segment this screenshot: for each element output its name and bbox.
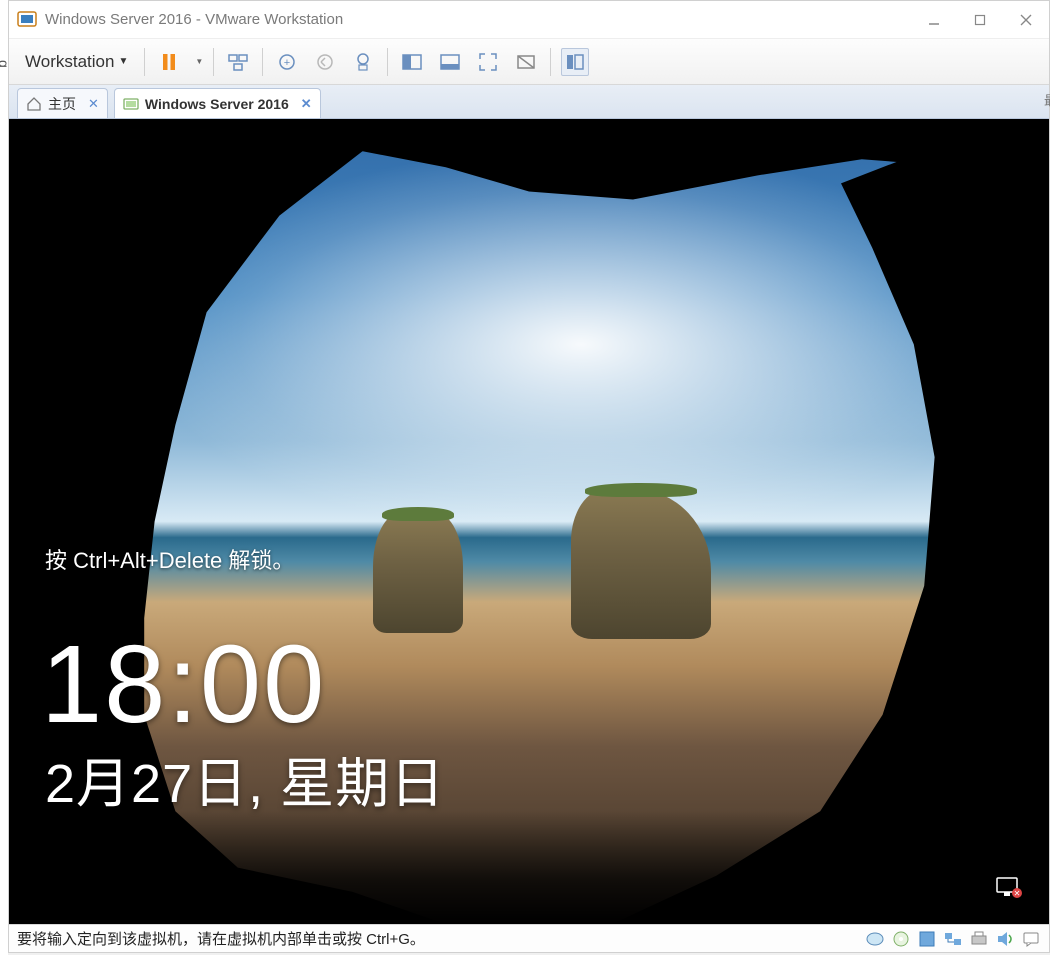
- tab-close-icon[interactable]: ✕: [301, 96, 312, 112]
- cdrom-icon[interactable]: [891, 930, 911, 948]
- tab-home-label: 主页: [48, 94, 76, 114]
- floppy-icon[interactable]: [917, 930, 937, 948]
- harddisk-icon[interactable]: [865, 930, 885, 948]
- sound-icon[interactable]: [995, 930, 1015, 948]
- toolbar-separator: [387, 48, 388, 76]
- printer-icon[interactable]: [969, 930, 989, 948]
- take-snapshot-button[interactable]: +: [273, 48, 301, 76]
- tab-vm[interactable]: Windows Server 2016 ✕: [114, 88, 321, 118]
- message-log-icon[interactable]: [1021, 930, 1041, 948]
- svg-text:+: +: [284, 57, 290, 69]
- maximize-button[interactable]: [957, 1, 1003, 39]
- main-toolbar: Workstation ▼ ▼ +: [9, 39, 1049, 85]
- tab-vm-label: Windows Server 2016: [145, 96, 289, 112]
- send-ctrl-alt-del-button[interactable]: [224, 48, 252, 76]
- toolbar-separator: [550, 48, 551, 76]
- vm-console-view[interactable]: 按 Ctrl+Alt+Delete 解锁。 18:00 2月27日, 星期日 ✕: [9, 119, 1049, 924]
- show-library-button[interactable]: [561, 48, 589, 76]
- toolbar-separator: [144, 48, 145, 76]
- tab-strip: 主页 ✕ Windows Server 2016 ✕: [9, 85, 1049, 119]
- svg-text:✕: ✕: [1014, 889, 1021, 898]
- app-window: Windows Server 2016 - VMware Workstation…: [8, 0, 1050, 953]
- window-title: Windows Server 2016 - VMware Workstation: [45, 11, 911, 28]
- home-icon: [26, 96, 42, 112]
- power-dropdown-icon[interactable]: ▼: [195, 57, 203, 66]
- minimize-button[interactable]: [911, 1, 957, 39]
- toolbar-separator: [262, 48, 263, 76]
- vm-icon: [123, 96, 139, 112]
- fit-guest-button[interactable]: [398, 48, 426, 76]
- tab-close-icon[interactable]: ✕: [88, 96, 99, 112]
- chevron-down-icon: ▼: [118, 56, 128, 67]
- status-bar: 要将输入定向到该虚拟机，请在虚拟机内部单击或按 Ctrl+G。: [9, 924, 1049, 952]
- fullscreen-button[interactable]: [474, 48, 502, 76]
- tab-home[interactable]: 主页 ✕: [17, 88, 108, 118]
- vmware-app-icon: [17, 10, 37, 30]
- background-window-sliver-right: 最: [1044, 90, 1050, 109]
- toolbar-separator: [213, 48, 214, 76]
- network-disconnected-icon: ✕: [995, 876, 1023, 898]
- console-view-button[interactable]: [436, 48, 464, 76]
- snapshot-manager-button[interactable]: [349, 48, 377, 76]
- background-window-sliver-left: g: [0, 0, 8, 955]
- unlock-hint: 按 Ctrl+Alt+Delete 解锁。: [45, 543, 294, 575]
- titlebar: Windows Server 2016 - VMware Workstation: [9, 1, 1049, 39]
- close-button[interactable]: [1003, 1, 1049, 39]
- status-message: 要将输入定向到该虚拟机，请在虚拟机内部单击或按 Ctrl+G。: [17, 928, 865, 949]
- status-tray: [865, 930, 1041, 948]
- unity-mode-button[interactable]: [512, 48, 540, 76]
- workstation-menu-label: Workstation: [25, 52, 114, 72]
- workstation-menu-button[interactable]: Workstation ▼: [19, 48, 134, 76]
- lockscreen-date: 2月27日, 星期日: [45, 739, 445, 818]
- window-controls: [911, 1, 1049, 39]
- pause-vm-button[interactable]: [155, 48, 183, 76]
- network-adapter-icon[interactable]: [943, 930, 963, 948]
- revert-snapshot-button[interactable]: [311, 48, 339, 76]
